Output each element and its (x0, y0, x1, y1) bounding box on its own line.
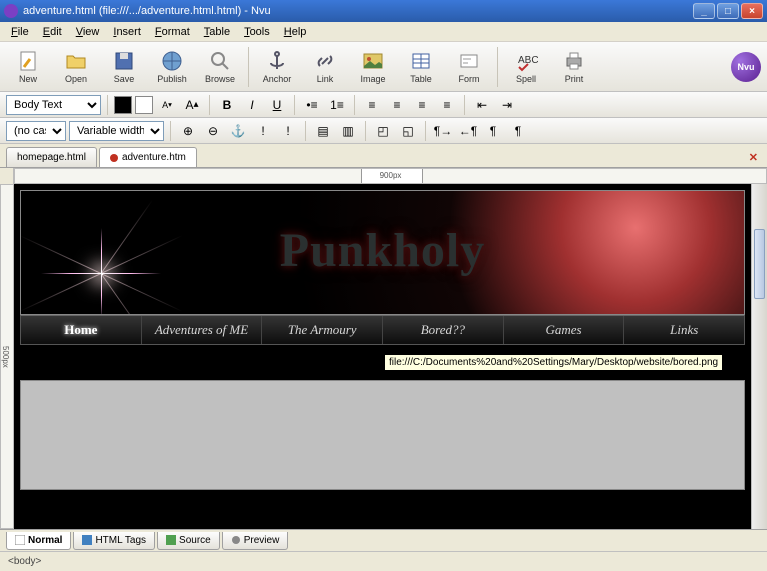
border2-button[interactable]: ◱ (397, 120, 419, 142)
window-title: adventure.html (file:///.../adventure.ht… (23, 5, 693, 17)
align-center-button[interactable]: ≡ (386, 94, 408, 116)
tool-link[interactable]: Link (303, 49, 347, 84)
app-icon (4, 4, 18, 18)
menu-insert[interactable]: Insert (106, 24, 148, 40)
bg-color-swatch[interactable] (135, 96, 153, 114)
doctab-adventure[interactable]: adventure.htm (99, 147, 197, 167)
nav-links[interactable]: Links (624, 316, 744, 344)
doctab-homepage[interactable]: homepage.html (6, 147, 97, 167)
border1-button[interactable]: ◰ (372, 120, 394, 142)
format-toolbar-2: (no case) Variable width ⊕ ⊖ ⚓ ! ! ▤ ▥ ◰… (0, 118, 767, 144)
def2-button[interactable]: ! (277, 120, 299, 142)
menu-tools[interactable]: Tools (237, 24, 277, 40)
dir-ltr-button[interactable]: ¶→ (432, 120, 454, 142)
bullet-list-button[interactable]: •≡ (301, 94, 323, 116)
layer2-button[interactable]: ▥ (337, 120, 359, 142)
close-tabs-button[interactable]: ✕ (746, 148, 761, 167)
page-banner: Punkholy (20, 190, 745, 315)
menu-help[interactable]: Help (277, 24, 314, 40)
ruler-vertical[interactable]: 500px (0, 184, 14, 529)
underline-button[interactable]: U (266, 94, 288, 116)
view-mode-tabs: Normal HTML Tags Source Preview (0, 529, 767, 551)
italic-button[interactable]: I (241, 94, 263, 116)
nav-games[interactable]: Games (504, 316, 625, 344)
close-button[interactable]: × (741, 3, 763, 19)
layer-button[interactable]: ▤ (312, 120, 334, 142)
format-toolbar-1: Body Text A▾ A▴ B I U •≡ 1≡ ≡ ≡ ≡ ≡ ⇤ ⇥ (0, 92, 767, 118)
bold-button[interactable]: B (216, 94, 238, 116)
align-left-button[interactable]: ≡ (361, 94, 383, 116)
text-color-swatch[interactable] (114, 96, 132, 114)
tool-open[interactable]: Open (54, 49, 98, 84)
ruler-horizontal: 900px (0, 168, 767, 184)
outdent-button[interactable]: ⇤ (471, 94, 493, 116)
window-titlebar: adventure.html (file:///.../adventure.ht… (0, 0, 767, 22)
site-navbar: Home Adventures of ME The Armoury Bored?… (20, 315, 745, 345)
tool-print[interactable]: Print (552, 49, 596, 84)
case-select[interactable]: (no case) (6, 121, 66, 141)
em-button[interactable]: ⊕ (177, 120, 199, 142)
viewtab-preview[interactable]: Preview (222, 532, 289, 550)
align-right-button[interactable]: ≡ (411, 94, 433, 116)
dir-rtl-button[interactable]: ←¶ (457, 120, 479, 142)
viewtab-source[interactable]: Source (157, 532, 220, 550)
tool-anchor[interactable]: Anchor (255, 49, 299, 84)
scrollbar-thumb[interactable] (754, 229, 765, 299)
content-placeholder[interactable] (20, 380, 745, 490)
menubar: File Edit View Insert Format Table Tools… (0, 22, 767, 42)
def-button[interactable]: ! (252, 120, 274, 142)
tool-new[interactable]: New (6, 49, 50, 84)
font-width-select[interactable]: Variable width (69, 121, 164, 141)
tool-form[interactable]: Form (447, 49, 491, 84)
menu-edit[interactable]: Edit (36, 24, 69, 40)
maximize-button[interactable]: □ (717, 3, 739, 19)
site-logo-text: Punkholy (280, 222, 485, 277)
toolbar-separator (497, 47, 498, 87)
indent-button[interactable]: ⇥ (496, 94, 518, 116)
tool-browse[interactable]: Browse (198, 49, 242, 84)
link-button[interactable]: ⚓ (227, 120, 249, 142)
nvu-logo: Nvu (731, 52, 761, 82)
viewtab-normal[interactable]: Normal (6, 532, 71, 550)
font-larger-button[interactable]: A▴ (181, 94, 203, 116)
dir4-button[interactable]: ¶ (507, 120, 529, 142)
tool-spell[interactable]: ABCSpell (504, 49, 548, 84)
nav-armoury[interactable]: The Armoury (262, 316, 383, 344)
menu-format[interactable]: Format (148, 24, 197, 40)
tool-table[interactable]: Table (399, 49, 443, 84)
starburst-graphic (101, 273, 103, 275)
status-path[interactable]: <body> (8, 556, 41, 567)
statusbar: <body> (0, 551, 767, 571)
editor-canvas[interactable]: Punkholy Home Adventures of ME The Armou… (14, 184, 751, 529)
dir3-button[interactable]: ¶ (482, 120, 504, 142)
minimize-button[interactable]: _ (693, 3, 715, 19)
tool-image[interactable]: Image (351, 49, 395, 84)
modified-icon (110, 154, 118, 162)
align-justify-button[interactable]: ≡ (436, 94, 458, 116)
paragraph-format-select[interactable]: Body Text (6, 95, 101, 115)
src-tooltip: file:///C:/Documents%20and%20Settings/Ma… (384, 354, 723, 371)
menu-file[interactable]: File (4, 24, 36, 40)
document-tabs: homepage.html adventure.htm ✕ (0, 144, 767, 168)
nav-bored[interactable]: Bored?? (383, 316, 504, 344)
menu-view[interactable]: View (69, 24, 107, 40)
number-list-button[interactable]: 1≡ (326, 94, 348, 116)
menu-table[interactable]: Table (197, 24, 237, 40)
tool-publish[interactable]: Publish (150, 49, 194, 84)
nav-home[interactable]: Home (21, 316, 142, 344)
vertical-scrollbar[interactable] (751, 184, 767, 529)
nav-adventures[interactable]: Adventures of ME (142, 316, 263, 344)
viewtab-htmltags[interactable]: HTML Tags (73, 532, 155, 550)
toolbar-separator (248, 47, 249, 87)
font-smaller-button[interactable]: A▾ (156, 94, 178, 116)
tool-save[interactable]: Save (102, 49, 146, 84)
main-toolbar: New Open Save Publish Browse Anchor Link… (0, 42, 767, 92)
strong-button[interactable]: ⊖ (202, 120, 224, 142)
